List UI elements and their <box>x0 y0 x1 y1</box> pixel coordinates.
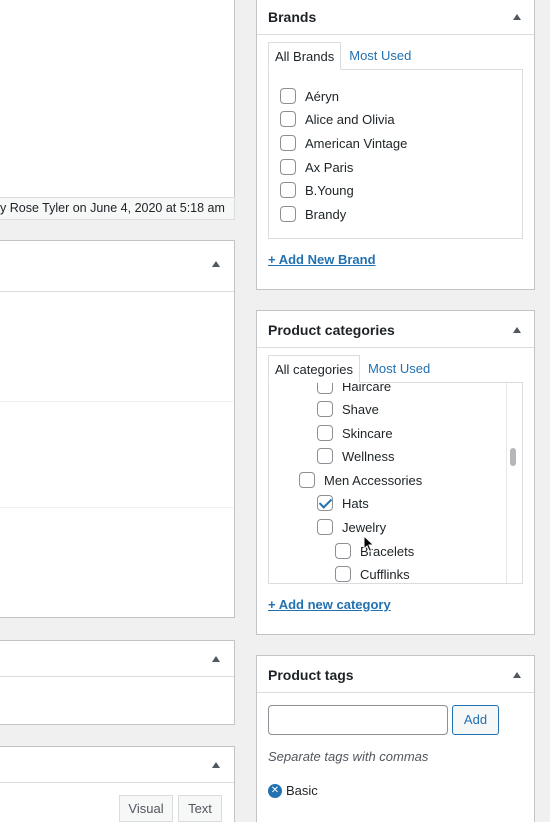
category-checkbox-item[interactable]: Hats <box>317 493 369 513</box>
category-checkbox-item[interactable]: Wellness <box>317 446 395 466</box>
checkbox-label: American Vintage <box>305 135 408 151</box>
post-editor-panel <box>0 0 235 198</box>
checkbox[interactable] <box>317 448 333 464</box>
tab-most-used[interactable]: Most Used <box>360 355 438 383</box>
checkbox-label: Brandy <box>305 206 347 222</box>
brand-checkbox-item[interactable]: B.Young <box>280 180 354 200</box>
meta-box-row-divider <box>0 507 234 508</box>
checkbox-label: Wellness <box>342 448 395 464</box>
checkbox-label: Jewelry <box>342 519 387 535</box>
categories-checklist: Haircare Shave Skincare Wellness Men Acc… <box>268 382 523 584</box>
brands-tabs: All Brands Most Used <box>268 42 419 70</box>
checkbox[interactable] <box>280 182 296 198</box>
category-checkbox-item[interactable]: Cufflinks <box>335 564 410 583</box>
checkbox[interactable] <box>280 111 296 127</box>
checkbox[interactable] <box>299 472 315 488</box>
add-new-category-link[interactable]: + Add new category <box>268 597 391 612</box>
product-categories-title: Product categories <box>268 322 395 338</box>
brand-checkbox-item[interactable]: Aéryn <box>280 86 339 106</box>
meta-box-header[interactable] <box>0 747 234 783</box>
tab-all-categories[interactable]: All categories <box>268 355 361 383</box>
last-edited-status: y Rose Tyler on June 4, 2020 at 5:18 am <box>0 197 235 220</box>
checkbox-label: Haircare <box>342 382 392 394</box>
product-tags-title: Product tags <box>268 667 354 683</box>
checkbox-checked[interactable] <box>317 495 333 511</box>
brands-checklist: Aéryn Alice and Olivia American Vintage … <box>268 69 523 239</box>
checkbox[interactable] <box>280 159 296 175</box>
category-checkbox-item[interactable]: Jewelry <box>317 517 386 537</box>
meta-box <box>0 240 235 618</box>
checkbox-label: Aéryn <box>305 88 339 104</box>
brand-checkbox-item[interactable]: Ax Paris <box>280 157 353 177</box>
brands-title: Brands <box>268 9 317 25</box>
collapse-arrow-icon[interactable] <box>513 14 521 20</box>
categories-tabs: All categories Most Used <box>268 355 438 383</box>
scrollbar-thumb[interactable] <box>510 448 516 466</box>
category-checkbox-item[interactable]: Men Accessories <box>299 470 422 490</box>
tags-hint: Separate tags with commas <box>268 749 429 764</box>
meta-box-row-divider <box>0 401 234 402</box>
collapse-arrow-icon[interactable] <box>212 261 220 267</box>
checkbox[interactable] <box>335 566 351 582</box>
checkbox[interactable] <box>335 543 351 559</box>
add-tag-button[interactable]: Add <box>452 705 499 735</box>
collapse-arrow-icon[interactable] <box>212 762 220 768</box>
checkbox-label: Cufflinks <box>360 566 410 582</box>
collapse-arrow-icon[interactable] <box>513 327 521 333</box>
tab-most-used[interactable]: Most Used <box>341 42 419 70</box>
text-tab-button[interactable]: Text <box>178 795 222 822</box>
new-tag-input[interactable] <box>268 705 448 735</box>
product-categories-box: Product categories All categories Most U… <box>256 310 535 635</box>
scrollbar-track[interactable] <box>506 383 507 583</box>
meta-box-header[interactable] <box>0 241 234 292</box>
checkbox-label: Shave <box>342 401 379 417</box>
checkbox[interactable] <box>317 519 333 535</box>
add-new-brand-link[interactable]: + Add New Brand <box>268 252 376 267</box>
category-checkbox-item[interactable]: Haircare <box>317 382 392 396</box>
meta-box-header[interactable] <box>0 641 234 677</box>
brand-checkbox-item[interactable]: American Vintage <box>280 133 407 153</box>
category-checkbox-item[interactable]: Skincare <box>317 423 393 443</box>
checkbox-label: Men Accessories <box>324 472 423 488</box>
checkbox-label: Ax Paris <box>305 159 354 175</box>
checkbox-label: B.Young <box>305 182 354 198</box>
box-header-divider <box>257 347 534 348</box>
tab-all-brands[interactable]: All Brands <box>268 42 342 70</box>
checkbox-label: Hats <box>342 495 369 511</box>
tag-label: Basic <box>286 783 318 798</box>
brands-box: Brands All Brands Most Used Aéryn Alice … <box>256 0 535 290</box>
visual-tab-button[interactable]: Visual <box>119 795 173 822</box>
mouse-pointer-icon <box>363 535 375 553</box>
checkbox[interactable] <box>280 88 296 104</box>
checkbox[interactable] <box>280 135 296 151</box>
box-header-divider <box>257 34 534 35</box>
collapse-arrow-icon[interactable] <box>513 672 521 678</box>
box-header-divider <box>257 692 534 693</box>
meta-box <box>0 640 235 725</box>
checkbox[interactable] <box>317 425 333 441</box>
tag-item: ✕ Basic <box>268 783 318 798</box>
collapse-arrow-icon[interactable] <box>212 656 220 662</box>
remove-tag-icon[interactable]: ✕ <box>268 783 282 798</box>
checkbox-label: Alice and Olivia <box>305 111 395 127</box>
checkbox-label: Skincare <box>342 425 393 441</box>
brand-checkbox-item[interactable]: Alice and Olivia <box>280 109 395 129</box>
category-checkbox-item[interactable]: Shave <box>317 399 379 419</box>
checkbox[interactable] <box>317 401 333 417</box>
checkbox[interactable] <box>280 206 296 222</box>
brand-checkbox-item[interactable]: Brandy <box>280 204 346 224</box>
checkbox[interactable] <box>317 383 333 394</box>
